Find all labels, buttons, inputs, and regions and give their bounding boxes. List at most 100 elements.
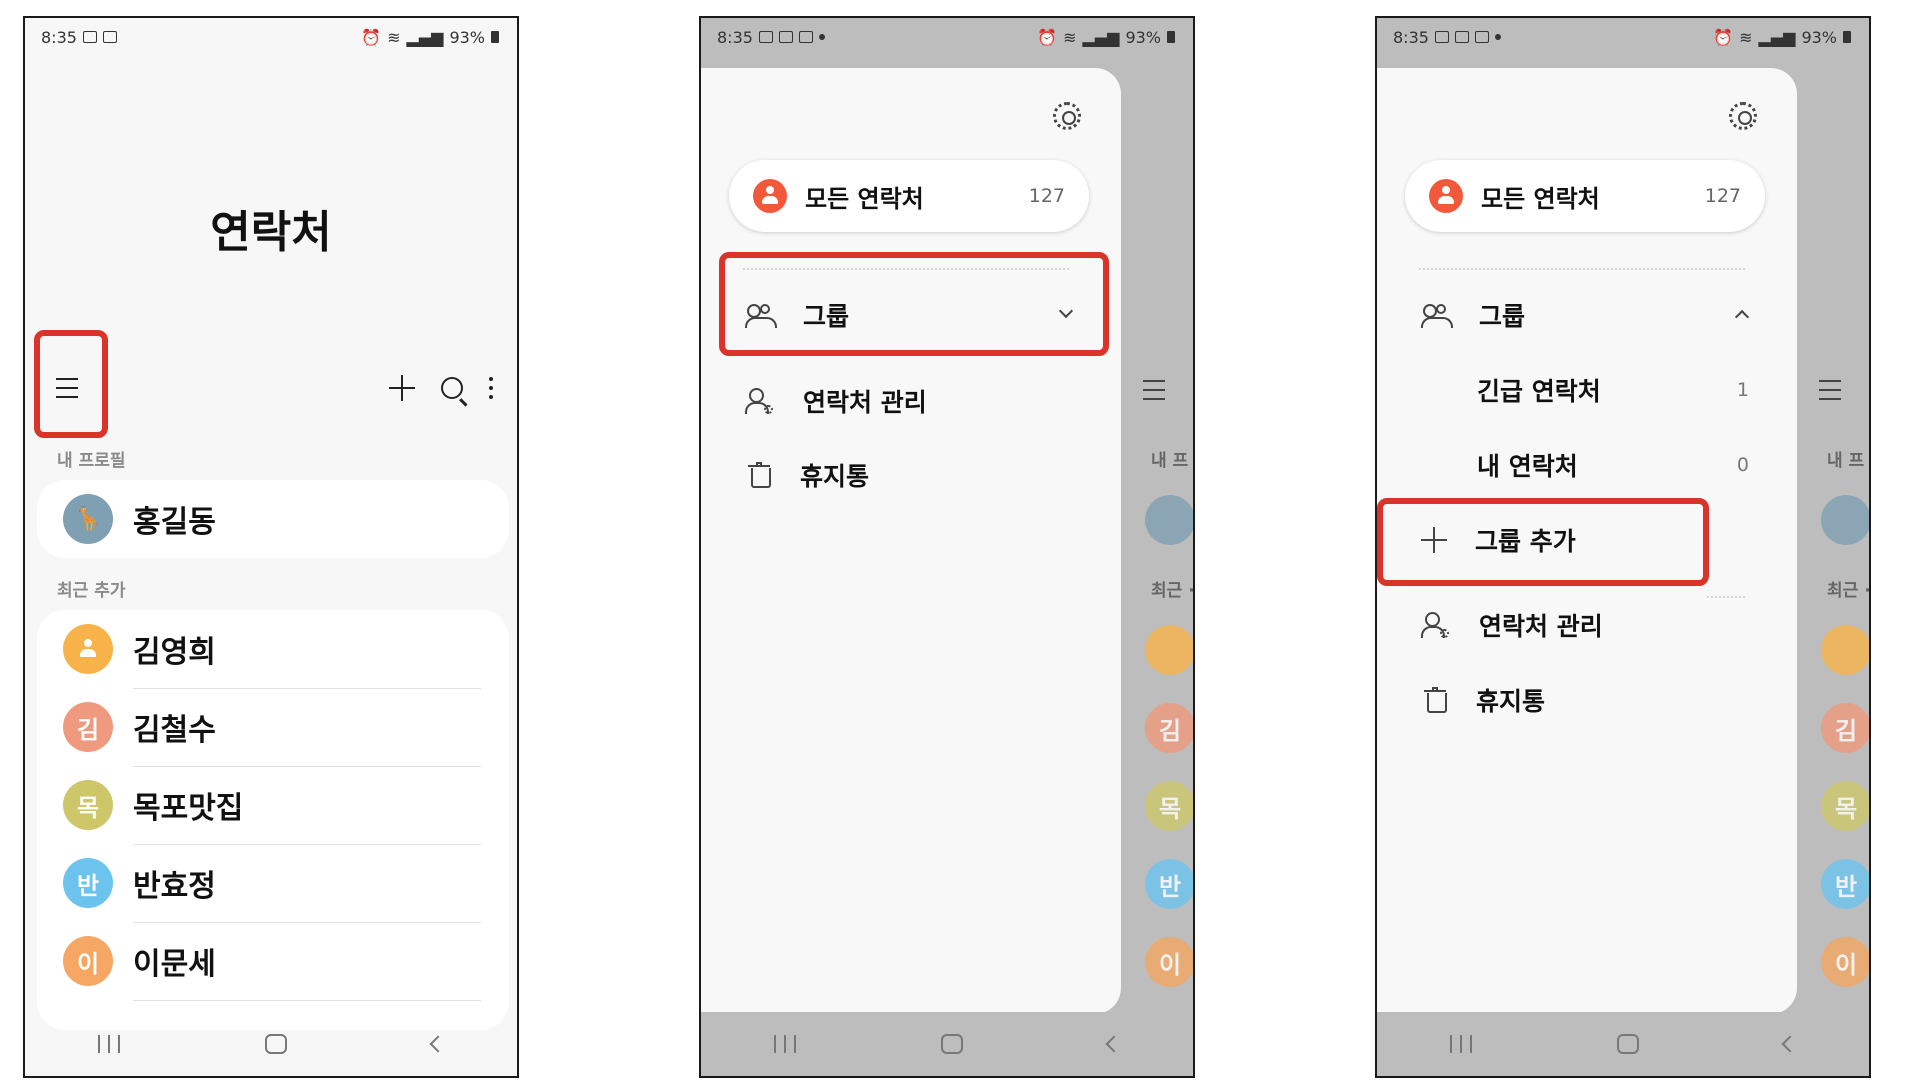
behind-avatar [1145,495,1193,545]
notification-dot-icon [1494,34,1501,40]
home-button[interactable] [940,1034,963,1054]
recent-apps-button[interactable] [97,1035,120,1053]
profile-card[interactable]: 🦒 홍길동 [37,480,509,558]
all-contacts-icon [1429,179,1463,213]
wifi-icon: ≋ [387,27,401,47]
navigation-bar [1377,1012,1869,1076]
all-contacts-button[interactable]: 모든 연락처 127 [729,160,1089,232]
all-contacts-count: 127 [1704,185,1741,207]
talk-icon [82,31,97,43]
person-icon [79,638,97,660]
home-button[interactable] [1616,1034,1639,1054]
all-contacts-label: 모든 연락처 [805,184,924,213]
back-button[interactable] [1105,1035,1123,1053]
trash-label: 휴지통 [800,462,870,491]
contact-name: 김철수 [133,713,216,748]
all-contacts-count: 127 [1028,185,1065,207]
behind-recent-label: 최근 · [1827,581,1871,601]
recent-apps-button[interactable] [773,1035,796,1053]
contact-row[interactable]: 김영희 [37,610,509,688]
signal-icon: ▂▄▆ [1758,27,1796,47]
behind-avatar [1821,625,1869,675]
my-profile-label: 내 프로필 [57,451,126,471]
behind-avatar: 반 [1821,859,1869,909]
status-time: 8:35 [1393,27,1429,47]
behind-avatar: 이 [1821,937,1869,987]
contact-row[interactable]: 반 반효정 [37,844,509,922]
group-count: 1 [1736,379,1749,401]
status-bar: 8:35 ⏰ ≋ ▂▄▆ 93% [1377,18,1869,56]
search-icon[interactable] [441,377,463,399]
trash-menu-item[interactable]: 휴지통 [701,440,1121,510]
back-button[interactable] [1781,1035,1799,1053]
contact-avatar: 이 [63,936,113,986]
kt-icon [102,31,117,43]
behind-avatar: 김 [1145,703,1193,753]
all-contacts-button[interactable]: 모든 연락처 127 [1405,160,1765,232]
behind-avatar [1145,625,1193,675]
settings-gear-icon[interactable] [1729,102,1757,130]
signal-icon: ▂▄▆ [1082,27,1120,47]
alarm-icon: ⏰ [361,27,382,47]
contact-row[interactable]: 김 김철수 [37,688,509,766]
recent-apps-button[interactable] [1449,1035,1472,1053]
trash-label: 휴지통 [1476,687,1546,716]
behind-avatar [1821,495,1869,545]
recent-contacts-card: 김영희 김 김철수 목 목포맛집 반 반효정 이 이문세 [37,610,509,1030]
contact-avatar [63,624,113,674]
signal-icon: ▂▄▆ [406,27,444,47]
group-icon [1421,302,1453,328]
manage-contacts-menu-item[interactable]: 연락처 관리 [701,366,1121,436]
battery-level: 93% [449,27,485,47]
back-button[interactable] [429,1035,447,1053]
navigation-drawer: 모든 연락처 127 그룹 연락처 관리 휴지통 [701,68,1121,1014]
contact-avatar: 김 [63,702,113,752]
contact-row[interactable]: 목 목포맛집 [37,766,509,844]
all-contacts-icon [753,179,787,213]
menu-icon [1143,380,1167,400]
group-item-my-contacts[interactable]: 내 연락처 0 [1377,430,1797,500]
groups-label: 그룹 [1479,302,1526,331]
highlight-groups [719,252,1109,356]
add-contact-icon[interactable] [389,375,415,401]
status-time: 8:35 [717,27,753,47]
group-item-emergency[interactable]: 긴급 연락처 1 [1377,355,1797,425]
behind-avatar: 목 [1145,781,1193,831]
settings-gear-icon[interactable] [1053,102,1081,130]
chevron-up-icon [1734,309,1750,325]
contact-avatar: 반 [63,858,113,908]
contact-row[interactable]: 이 이문세 [37,922,509,1000]
group-name: 내 연락처 [1477,452,1578,481]
contact-avatar: 목 [63,780,113,830]
all-contacts-label: 모든 연락처 [1481,184,1600,213]
more-options-icon[interactable] [489,377,493,399]
trash-menu-item[interactable]: 휴지통 [1377,665,1797,735]
contact-name: 반효정 [133,869,216,904]
status-time: 8:35 [41,27,77,47]
phone-drawer-collapsed: 8:35 ⏰ ≋ ▂▄▆ 93% 내 프 최근 · 김 목 반 이 모든 연락처 12… [699,16,1195,1078]
profile-name: 홍길동 [133,505,216,540]
behind-avatar: 반 [1145,859,1193,909]
wifi-icon: ≋ [1063,27,1077,47]
gallery-icon [1434,31,1449,43]
phone-contacts-list: 8:35 ⏰ ≋ ▂▄▆ 93% 연락처 내 프로필 🦒 홍길동 최근 추가 김영희 … [23,16,519,1078]
home-button[interactable] [264,1034,287,1054]
manage-contacts-label: 연락처 관리 [803,388,927,417]
contact-name: 김영희 [133,635,216,670]
group-name: 긴급 연락처 [1477,377,1601,406]
gallery-icon [758,31,773,43]
battery-icon [1167,31,1175,43]
navigation-bar [701,1012,1193,1076]
groups-menu-item[interactable]: 그룹 [1377,280,1797,350]
behind-avatar: 이 [1145,937,1193,987]
menu-icon [1819,380,1843,400]
manage-contacts-label: 연락처 관리 [1479,612,1603,641]
battery-level: 93% [1801,27,1837,47]
manage-contacts-menu-item[interactable]: 연락처 관리 [1377,590,1797,660]
group-count: 0 [1736,454,1749,476]
alarm-icon: ⏰ [1713,27,1734,47]
behind-my-label: 내 프 [1151,451,1189,471]
kt-icon [1474,31,1489,43]
navigation-bar [25,1012,517,1076]
contact-name: 이문세 [133,947,216,982]
